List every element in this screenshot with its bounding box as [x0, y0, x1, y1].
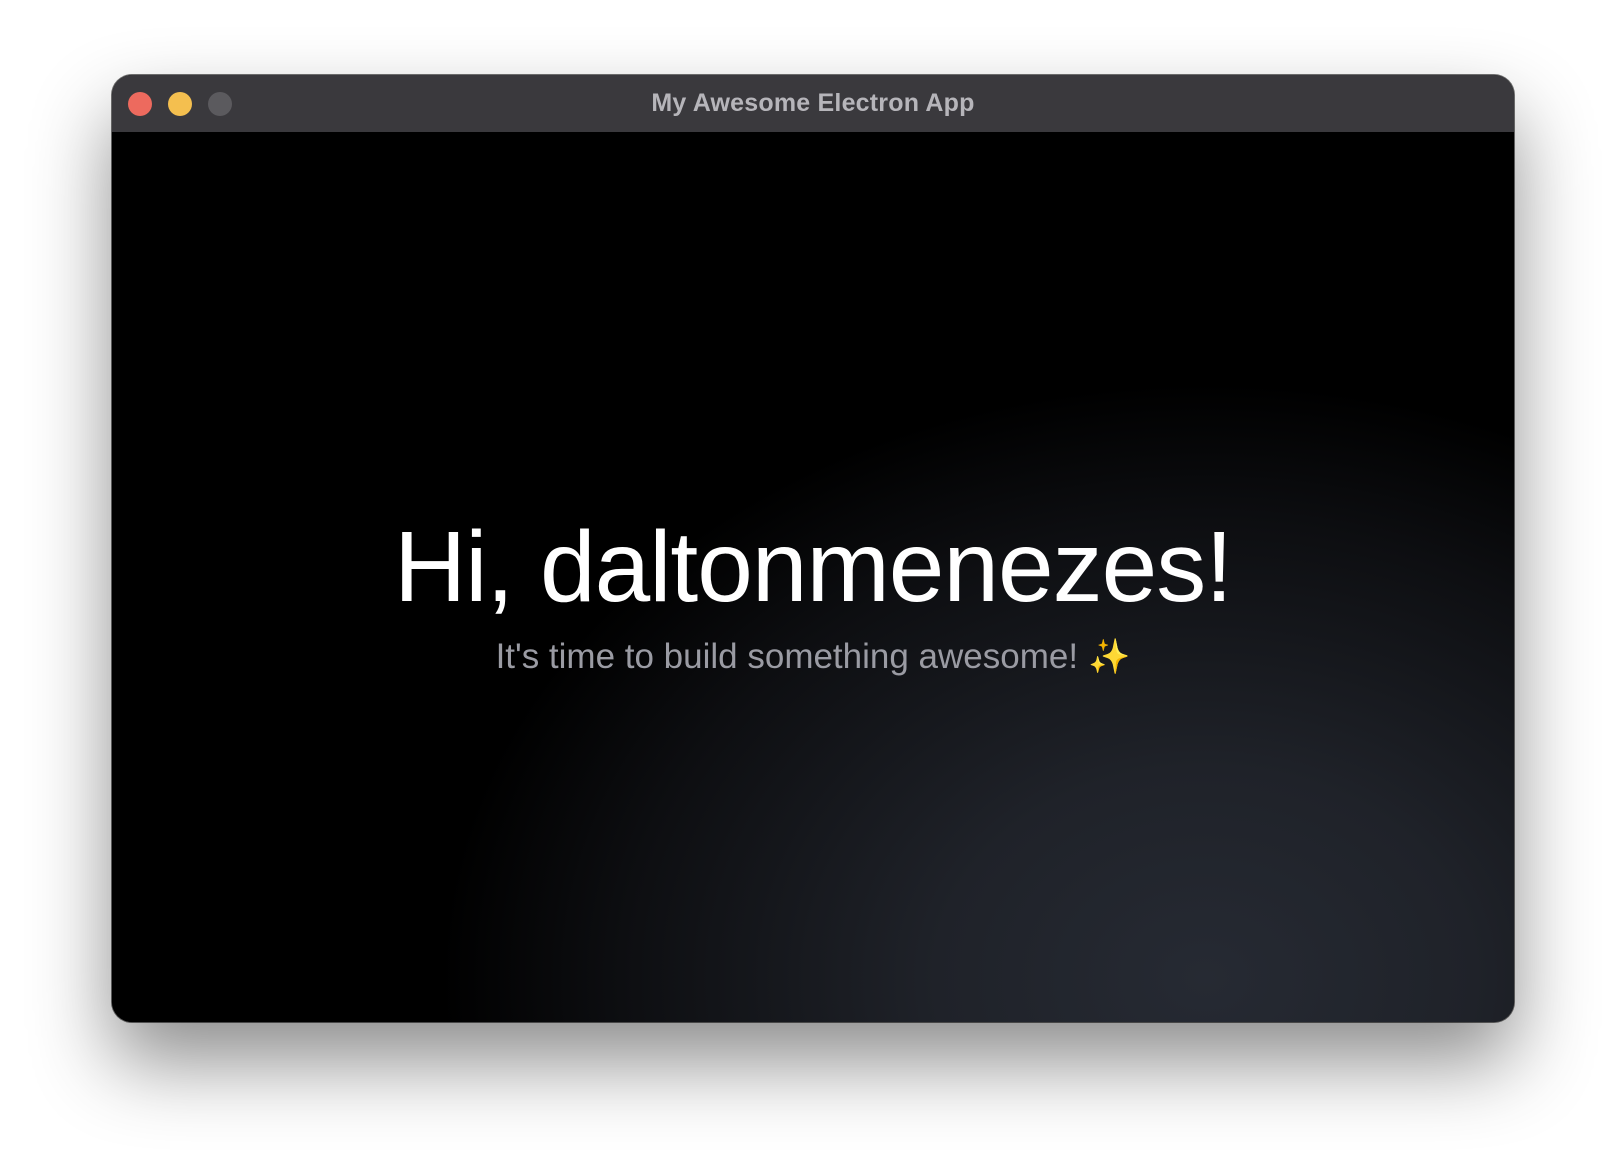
- main-content: Hi, daltonmenezes! It's time to build so…: [112, 132, 1514, 1022]
- close-window-button[interactable]: [128, 91, 152, 116]
- subtitle-text: It's time to build something awesome!: [495, 637, 1079, 676]
- sparkles-icon: ✨: [1088, 638, 1131, 676]
- window-title: My Awesome Electron App: [651, 89, 975, 117]
- maximize-window-button[interactable]: [208, 91, 232, 116]
- greeting-subtitle: It's time to build something awesome! ✨: [496, 637, 1131, 677]
- app-window: My Awesome Electron App Hi, daltonmeneze…: [112, 75, 1514, 1022]
- greeting-heading: Hi, daltonmenezes!: [393, 511, 1233, 623]
- title-bar[interactable]: My Awesome Electron App: [112, 75, 1514, 133]
- minimize-window-button[interactable]: [168, 91, 192, 116]
- traffic-lights: [128, 75, 232, 132]
